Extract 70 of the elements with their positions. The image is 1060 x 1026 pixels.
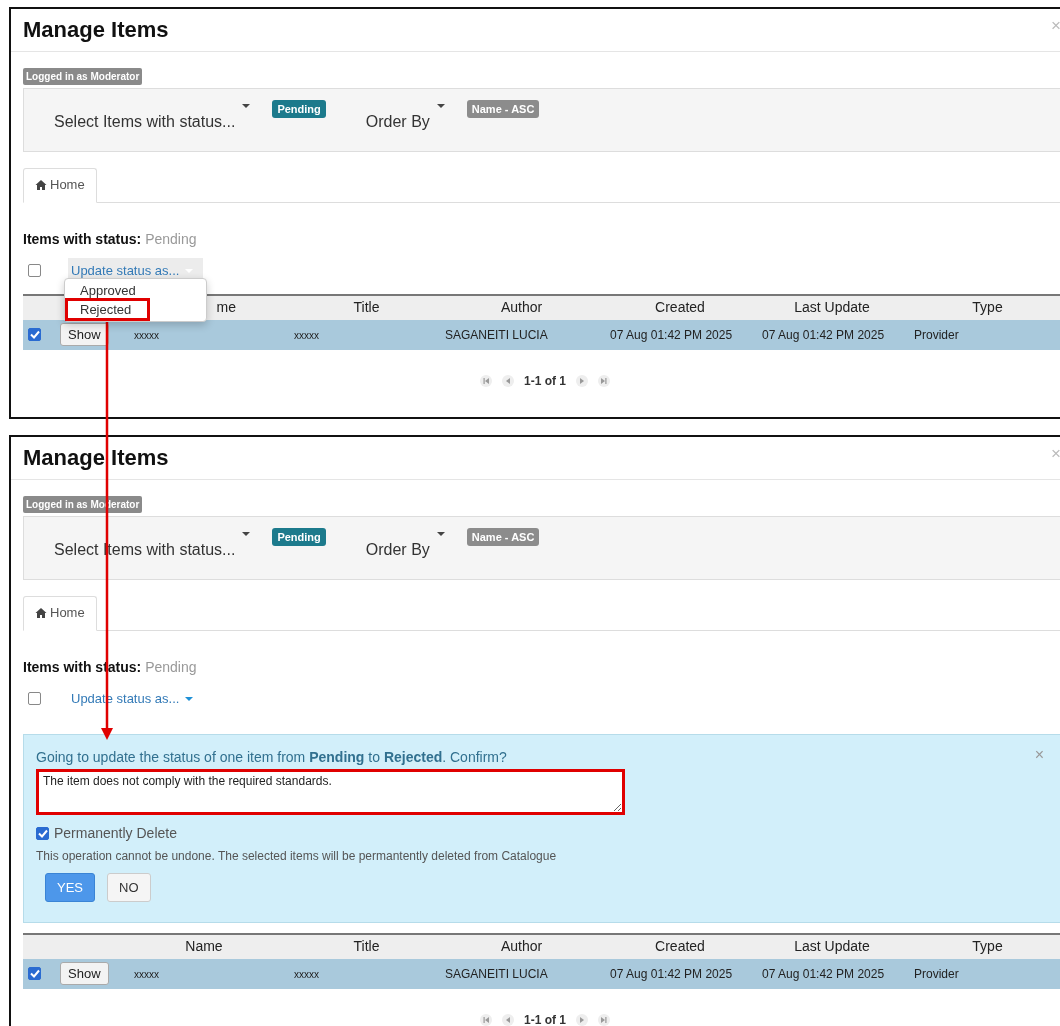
status-heading-label: Items with status: xyxy=(23,230,142,247)
first-page-icon xyxy=(480,1013,492,1026)
table-cell: 07 Aug 01:42 PM 2025 xyxy=(762,327,885,342)
order-by-dropdown[interactable]: Order By xyxy=(365,109,430,134)
row-checkbox[interactable] xyxy=(28,966,41,980)
column-header: me xyxy=(216,299,236,315)
select-all-checkbox[interactable] xyxy=(28,692,41,705)
status-filter-dropdown[interactable]: Select Items with status... xyxy=(54,109,236,134)
column-header: Title xyxy=(353,299,380,315)
caret-icon xyxy=(436,103,445,108)
show-button[interactable]: Show xyxy=(60,961,109,986)
page-range: 1-1 of 1 xyxy=(524,372,566,390)
confirm-message: Going to update the status of one item from Pending to Rejected. Confirm? xyxy=(36,747,507,767)
status-heading-value: Pending xyxy=(145,658,197,675)
select-all-checkbox[interactable] xyxy=(28,264,41,277)
column-header: Name xyxy=(185,938,223,954)
table-cell: SAGANEITI LUCIA xyxy=(445,966,548,981)
user-role-badge: Logged in as Moderator xyxy=(23,68,143,85)
next-page-icon xyxy=(576,374,588,387)
show-button[interactable]: Show xyxy=(60,322,109,347)
table-cell: xxxxx xyxy=(294,968,319,980)
column-header: Author xyxy=(500,938,543,954)
sort-badge: Name - ASC xyxy=(466,99,540,118)
previous-page-icon xyxy=(502,1013,514,1026)
column-header: Type xyxy=(972,938,1003,954)
table-row[interactable]: Show xxxxx xxxxx SAGANEITI LUCIA 07 Aug 01:42 PM 2025 07 Aug 01:42 PM 2025 Provider xyxy=(23,958,1060,989)
home-tab[interactable]: Home xyxy=(23,595,97,631)
column-header: Last Update xyxy=(794,299,870,315)
warning-text: This operation cannot be undone. The selected items will be permantently deleted from Catalogue xyxy=(36,847,558,865)
caret-icon xyxy=(436,531,445,536)
column-header: Last Update xyxy=(794,938,870,954)
cancel-button[interactable]: NO xyxy=(107,872,151,902)
reason-field[interactable]: The item does not comply with the required standards. xyxy=(36,768,625,815)
table-cell: 07 Aug 01:42 PM 2025 xyxy=(762,966,885,981)
house-icon xyxy=(35,607,47,619)
table-row[interactable]: Show xxxxx xxxxx SAGANEITI LUCIA 07 Aug 01:42 PM 2025 07 Aug 01:42 PM 2025 Provider xyxy=(23,319,1060,350)
caret-icon xyxy=(242,103,251,108)
last-page-icon xyxy=(598,1013,610,1026)
house-icon xyxy=(35,179,47,191)
sort-badge: Name - ASC xyxy=(466,527,540,546)
column-header: Author xyxy=(500,299,543,315)
column-header: Created xyxy=(655,299,705,315)
order-by-dropdown[interactable]: Order By xyxy=(365,537,430,562)
first-page-icon xyxy=(480,374,492,387)
last-page-icon xyxy=(598,374,610,387)
delete-checkbox[interactable] xyxy=(36,826,49,840)
page-range: 1-1 of 1 xyxy=(524,1011,566,1026)
panel-title: Manage Items xyxy=(23,444,169,472)
caret-icon xyxy=(242,531,251,536)
table-cell: 07 Aug 01:42 PM 2025 xyxy=(610,966,733,981)
next-page-icon xyxy=(576,1013,588,1026)
column-header: Title xyxy=(353,938,380,954)
status-badge: Pending xyxy=(272,99,326,118)
checkbox-label: Permanently Delete xyxy=(54,823,177,843)
menu-item[interactable]: Rejected xyxy=(67,299,148,319)
table-cell: Provider xyxy=(914,327,959,342)
table-cell: SAGANEITI LUCIA xyxy=(445,327,548,342)
panel-title: Manage Items xyxy=(23,16,169,44)
status-heading-value: Pending xyxy=(145,230,197,247)
row-checkbox[interactable] xyxy=(28,327,41,341)
table-cell: xxxxx xyxy=(134,329,159,341)
table-cell: Provider xyxy=(914,966,959,981)
column-header: Type xyxy=(972,299,1003,315)
table-cell: xxxxx xyxy=(294,329,319,341)
previous-page-icon xyxy=(502,374,514,387)
table-cell: xxxxx xyxy=(134,968,159,980)
status-badge: Pending xyxy=(272,527,326,546)
home-tab[interactable]: Home xyxy=(23,167,97,203)
column-header: Created xyxy=(655,938,705,954)
table-cell: 07 Aug 01:42 PM 2025 xyxy=(610,327,733,342)
